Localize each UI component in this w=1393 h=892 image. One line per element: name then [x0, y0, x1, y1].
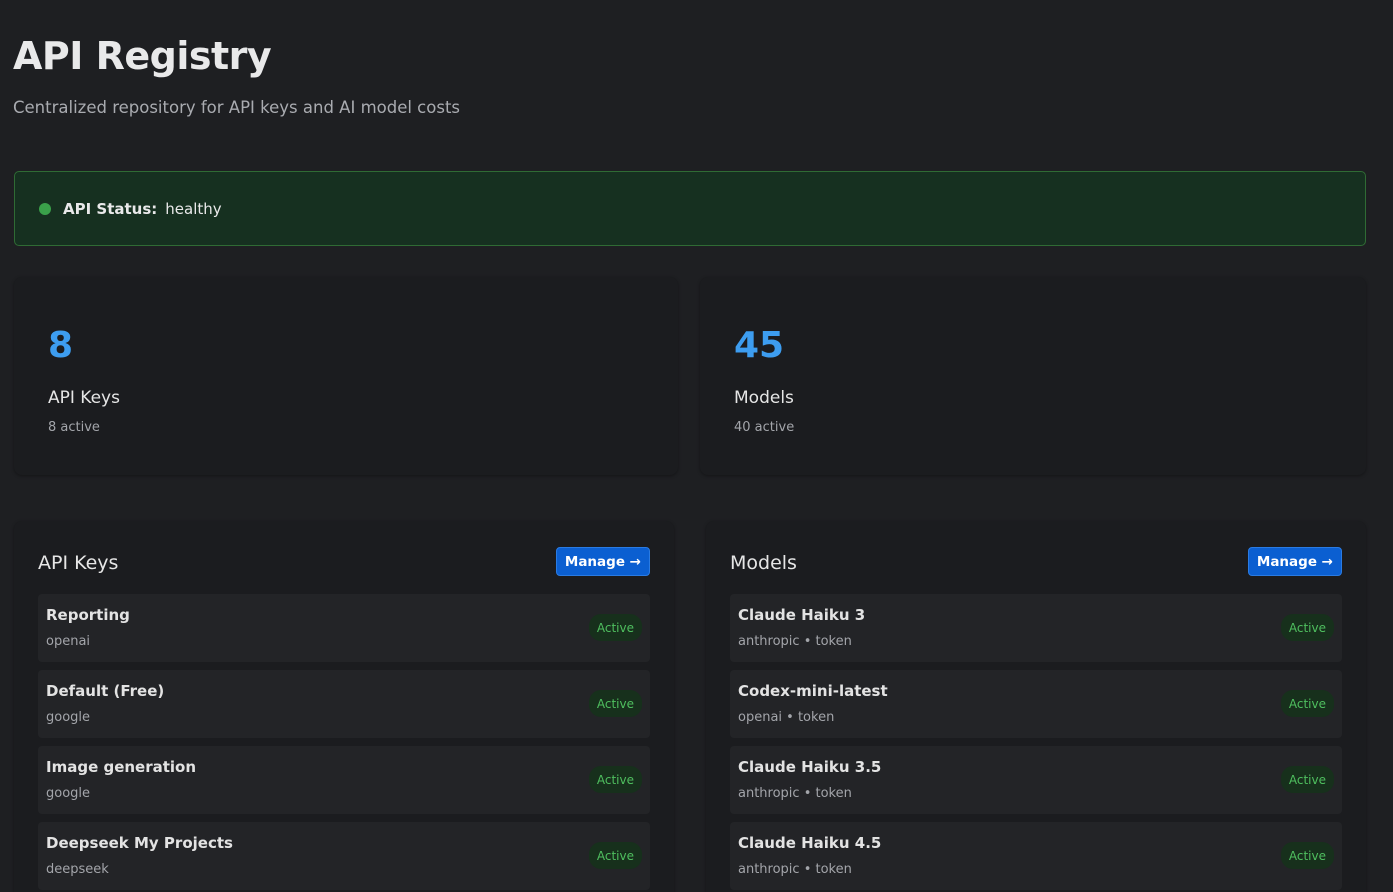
- status-value: healthy: [165, 199, 222, 218]
- page-subtitle: Centralized repository for API keys and …: [13, 98, 461, 117]
- api-keys-count: 8: [48, 325, 74, 366]
- status-badge: Active: [588, 690, 642, 717]
- api-key-name: Default (Free): [46, 682, 165, 700]
- models-panel: Models Manage → Claude Haiku 3 anthropic…: [706, 521, 1366, 892]
- models-count: 45: [734, 325, 785, 366]
- model-name: Codex-mini-latest: [738, 682, 888, 700]
- api-key-name: Reporting: [46, 606, 130, 624]
- model-provider: anthropic • token: [738, 786, 852, 801]
- model-name: Claude Haiku 3.5: [738, 758, 882, 776]
- list-item[interactable]: Default (Free) google Active: [38, 670, 650, 738]
- list-item[interactable]: Claude Haiku 3 anthropic • token Active: [730, 594, 1342, 662]
- status-dot-icon: [39, 202, 51, 215]
- list-item[interactable]: Codex-mini-latest openai • token Active: [730, 670, 1342, 738]
- api-key-provider: deepseek: [46, 862, 109, 877]
- model-provider: openai • token: [738, 710, 835, 725]
- api-keys-active-count: 8 active: [48, 420, 100, 435]
- list-item[interactable]: Reporting openai Active: [38, 594, 650, 662]
- status-badge: Active: [1280, 766, 1334, 793]
- models-stat-label: Models: [734, 388, 794, 408]
- page: API Registry Centralized repository for …: [0, 0, 1393, 892]
- api-keys-panel: API Keys Manage → Reporting openai Activ…: [14, 521, 674, 892]
- status-label: API Status:: [63, 199, 158, 218]
- api-status-banner: API Status: healthy: [14, 171, 1366, 246]
- model-provider: anthropic • token: [738, 862, 852, 877]
- model-name: Claude Haiku 3: [738, 606, 866, 624]
- list-item[interactable]: Deepseek My Projects deepseek Active: [38, 822, 650, 890]
- manage-models-button[interactable]: Manage →: [1247, 547, 1342, 576]
- api-key-provider: openai: [46, 634, 91, 649]
- status-badge: Active: [1280, 614, 1334, 641]
- list-item[interactable]: Image generation google Active: [38, 746, 650, 814]
- status-badge: Active: [588, 614, 642, 641]
- api-keys-stat-card: 8 API Keys 8 active: [14, 277, 678, 475]
- models-list: Claude Haiku 3 anthropic • token Active …: [730, 594, 1342, 892]
- manage-api-keys-button[interactable]: Manage →: [555, 547, 650, 576]
- status-badge: Active: [1280, 842, 1334, 869]
- api-key-name: Deepseek My Projects: [46, 834, 233, 852]
- api-keys-panel-title: API Keys: [38, 552, 119, 574]
- list-item[interactable]: Claude Haiku 3.5 anthropic • token Activ…: [730, 746, 1342, 814]
- status-badge: Active: [588, 766, 642, 793]
- models-active-count: 40 active: [734, 420, 795, 435]
- model-provider: anthropic • token: [738, 634, 852, 649]
- model-name: Claude Haiku 4.5: [738, 834, 882, 852]
- api-keys-list: Reporting openai Active Default (Free) g…: [38, 594, 650, 892]
- api-key-provider: google: [46, 710, 91, 725]
- list-item[interactable]: Claude Haiku 4.5 anthropic • token Activ…: [730, 822, 1342, 890]
- api-key-provider: google: [46, 786, 91, 801]
- api-keys-stat-label: API Keys: [48, 388, 120, 408]
- status-badge: Active: [588, 842, 642, 869]
- models-stat-card: 45 Models 40 active: [700, 277, 1366, 475]
- api-key-name: Image generation: [46, 758, 197, 776]
- models-panel-title: Models: [730, 552, 797, 574]
- status-badge: Active: [1280, 690, 1334, 717]
- page-title: API Registry: [13, 34, 272, 78]
